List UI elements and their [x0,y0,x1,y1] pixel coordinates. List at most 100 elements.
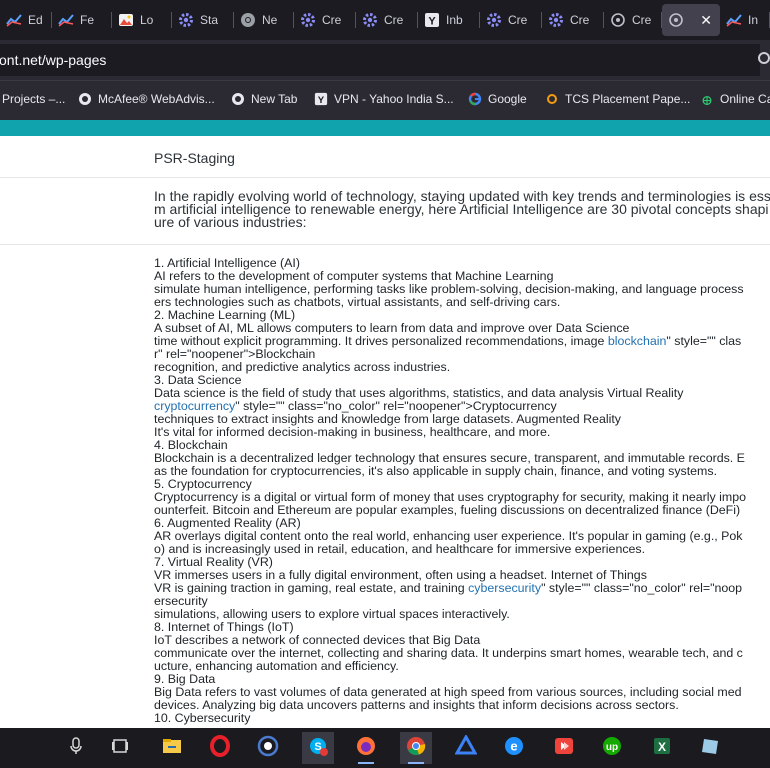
chart-icon [726,12,742,28]
line-text: simulations, allowing users to explore v… [154,607,510,621]
tab-label: Fe [80,13,95,27]
taskbar-app[interactable] [156,732,188,764]
taskbar-app[interactable] [350,732,382,764]
taskbar-app[interactable] [694,732,726,764]
taskbar-app[interactable] [104,732,136,764]
bookmark-item[interactable]: ⨁ Online Ca [700,92,770,106]
line-text: ersecurity [154,594,208,608]
close-icon[interactable]: ✕ [700,12,712,29]
browser-tab[interactable]: ✕ [662,4,720,36]
svg-text:Y: Y [428,16,436,28]
tab-strip: Ed Fe Lo Sta Ne Cre Cre Y Inb Cre Cre Cre ✕ In [0,0,770,40]
svg-text:X: X [658,740,666,754]
line-text: VR immerses users in a fully digital env… [154,568,647,582]
tracking-protection-icon[interactable] [758,52,770,64]
line-text: IoT describes a network of connected dev… [154,633,481,647]
taskbar-app[interactable]: S [302,732,334,764]
bookmark-label: New Tab [251,92,298,106]
browser-tab[interactable]: Y Inb [418,4,480,36]
line-text: simulate human intelligence, performing … [154,282,744,296]
article-line: ucture, enhancing automation and efficie… [154,660,746,673]
taskbar-app[interactable] [450,732,482,764]
yahoo-icon: Y [424,12,440,28]
skype-icon: S [307,735,329,762]
taskbar-app[interactable]: X [646,732,678,764]
line-text: " style="" class="no_color" rel="noopene… [235,399,557,413]
taskbar-app[interactable] [252,732,284,764]
taskbar-app[interactable] [400,732,432,764]
azure-icon [454,733,478,762]
line-text: 3. Data Science [154,373,242,387]
line-text: time without explicit programming. It dr… [154,334,608,348]
line-text: 9. Big Data [154,672,216,686]
taskbar-app[interactable] [60,732,92,764]
line-text: Data science is the field of study that … [154,386,684,400]
taskbar-app[interactable] [204,732,236,764]
line-text: 8. Internet of Things (IoT) [154,620,294,634]
svg-text:e: e [510,738,517,753]
browser-tab[interactable]: Cre [604,4,662,36]
browser-tab[interactable]: Cre [480,4,542,36]
svg-text:⨁: ⨁ [703,95,712,105]
browser-tab[interactable]: Ne [234,4,294,36]
line-text: Blockchain is a decentralized ledger tec… [154,451,745,465]
gear-icon [300,12,316,28]
chart-icon [6,12,22,28]
line-text: Big Data refers to vast volumes of data … [154,685,742,699]
bookmark-item[interactable]: Google [468,92,527,106]
line-text: devices. Analyzing big data uncovers pat… [154,698,679,712]
browser-tab[interactable]: Ed [0,4,52,36]
svg-text:Y: Y [318,95,325,106]
inline-link[interactable]: cryptocurrency [154,399,235,413]
tab-label: Sta [200,13,219,27]
line-text: ucture, enhancing automation and efficie… [154,659,399,673]
browser-tab[interactable]: Sta [172,4,234,36]
browser-tab[interactable]: In [720,4,770,36]
inline-link[interactable]: cybersecurity [468,581,541,595]
browser-tab[interactable]: Cre [542,4,604,36]
address-bar[interactable]: ont.net/wp-pages [0,44,760,76]
calc-icon: ⨁ [700,92,714,106]
line-text: 2. Machine Learning (ML) [154,308,296,322]
browser-tab[interactable]: Fe [52,4,112,36]
line-text: techniques to extract insights and knowl… [154,412,621,426]
excel-icon: X [651,736,673,761]
browser-tab[interactable]: Cre [356,4,418,36]
intro-line: ure of various industries: [154,214,307,230]
line-text: 7. Virtual Reality (VR) [154,555,273,569]
windows-taskbar: Se up X [0,728,770,768]
gear-icon [362,12,378,28]
navigation-toolbar: ont.net/wp-pages [0,40,770,80]
chrome-icon [405,735,427,762]
tab-label: Cre [322,13,342,27]
bookmark-label: Online Ca [720,92,770,106]
line-text: AR overlays digital content onto the rea… [154,529,743,543]
tab-label: Lo [140,13,154,27]
page-title: PSR-Staging [154,150,235,166]
line-text: 10. Cybersecurity [154,711,251,725]
tab-label: Cre [570,13,590,27]
taskbar-app[interactable]: e [498,732,530,764]
upwork-icon: up [601,736,623,761]
inline-link[interactable]: blockchain [608,334,667,348]
opera-icon [209,734,231,762]
globe-icon [231,92,245,106]
page-icon [668,12,684,28]
task-view-icon [110,736,130,761]
browser-tab[interactable]: Cre [294,4,356,36]
page-content: PSR-Staging In the rapidly evolving worl… [0,136,770,728]
bookmark-item[interactable]: Projects –... [2,92,65,106]
article-line: It's vital for informed decision-making … [154,426,746,439]
tab-label: In [748,13,759,27]
bookmark-item[interactable]: Y VPN - Yahoo India S... [314,92,454,106]
tab-label: Ne [262,13,278,27]
bookmark-item[interactable]: McAfee® WebAdvis... [78,92,215,106]
bookmark-item[interactable]: New Tab [231,92,297,106]
taskbar-app[interactable] [548,732,580,764]
line-text: 4. Blockchain [154,438,228,452]
tab-label: Cre [508,13,528,27]
article-line: 10. Cybersecurity [154,712,746,725]
taskbar-app[interactable]: up [596,732,628,764]
browser-tab[interactable]: Lo [112,4,172,36]
bookmark-item[interactable]: TCS Placement Pape... [545,92,690,106]
